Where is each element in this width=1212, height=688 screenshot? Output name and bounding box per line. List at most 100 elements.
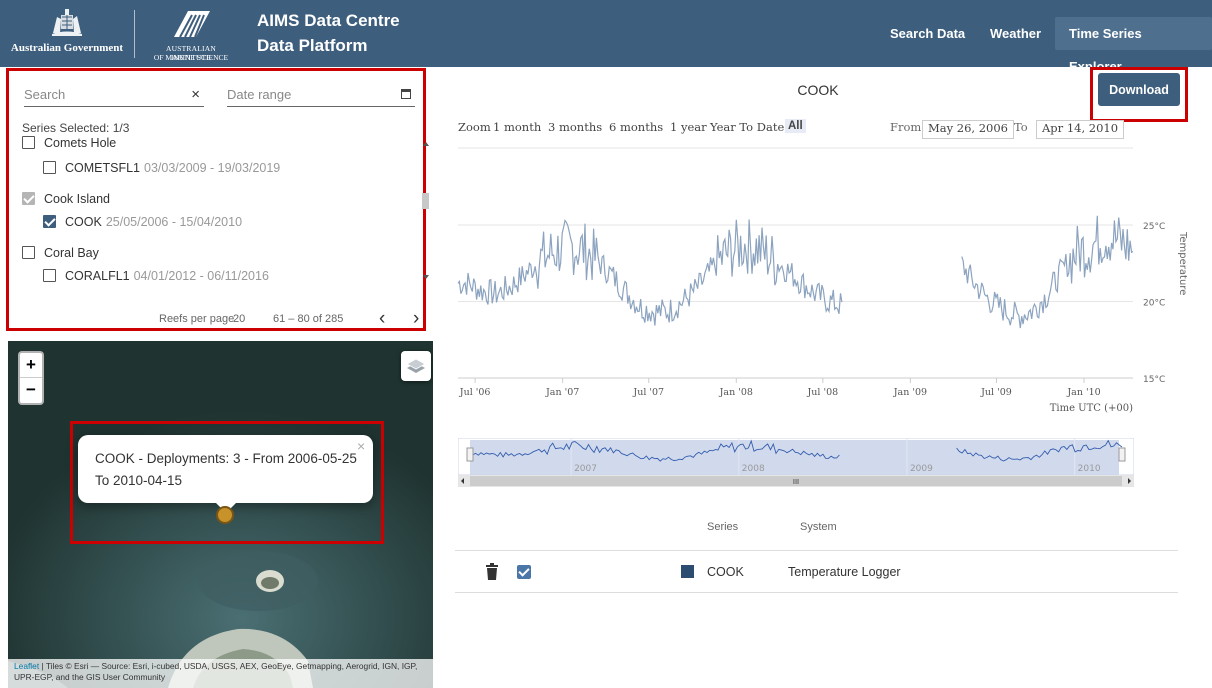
y-tick-label: 15°C xyxy=(1143,375,1165,385)
zoom-1-year[interactable]: 1 year xyxy=(670,120,707,134)
series-checkbox[interactable] xyxy=(43,161,56,174)
reef-name: Coral Bay xyxy=(44,246,99,260)
series-selection-panel: × Series Selected: 1/3 Comets Hole COMET… xyxy=(6,68,426,331)
close-popup-icon[interactable]: × xyxy=(357,438,365,454)
x-tick-label: Jul '08 xyxy=(807,387,839,398)
logo-divider xyxy=(134,10,135,58)
series-item-cook[interactable]: COOK 25/05/2006 - 15/04/2010 xyxy=(43,215,242,229)
popup-text: COOK - Deployments: 3 - From 2006-05-25 … xyxy=(95,451,357,488)
x-tick-label: Jan '08 xyxy=(719,387,753,398)
gov-logo-text: Australian Government xyxy=(10,42,124,54)
x-tick-label: Jul '07 xyxy=(632,387,664,398)
app-title: AIMS Data Centre Data Platform xyxy=(257,8,400,58)
series-selected-count: Series Selected: 1/3 xyxy=(22,121,130,135)
x-tick-label: Jan '10 xyxy=(1066,387,1100,398)
layers-icon xyxy=(406,358,426,373)
attribution-text: | Tiles © Esri — Source: Esri, i-cubed, … xyxy=(14,661,418,682)
next-page-icon[interactable]: › xyxy=(413,308,419,330)
reef-checkbox[interactable] xyxy=(22,192,35,205)
series-checkbox[interactable] xyxy=(43,269,56,282)
series-checkbox[interactable] xyxy=(43,215,56,228)
system-column-header: System xyxy=(800,521,837,533)
navigator-frame xyxy=(458,438,1134,476)
navigator-handle[interactable] xyxy=(466,447,474,462)
leaflet-link[interactable]: Leaflet xyxy=(14,661,39,671)
series-column-header: Series xyxy=(707,521,739,533)
clear-search-icon[interactable]: × xyxy=(191,86,200,103)
table-divider xyxy=(455,550,1178,551)
x-tick-label: Jan '07 xyxy=(545,387,579,398)
nav-time-series-explorer[interactable]: Time Series Explorer xyxy=(1055,17,1212,74)
map-layers-button[interactable] xyxy=(401,351,431,381)
series-dates: 25/05/2006 - 15/04/2010 xyxy=(105,215,243,229)
from-date-input[interactable]: May 26, 2006 xyxy=(922,120,1014,139)
map-popup: COOK - Deployments: 3 - From 2006-05-25 … xyxy=(78,435,373,503)
from-label: From xyxy=(890,120,922,134)
search-input[interactable] xyxy=(24,85,174,102)
series-name: COOK xyxy=(707,565,744,579)
x-tick-label: Jul '06 xyxy=(459,387,491,398)
navigator-tick-label: 2009 xyxy=(910,464,933,474)
x-tick-label: Jul '09 xyxy=(980,387,1012,398)
to-date-input[interactable]: Apr 14, 2010 xyxy=(1036,120,1125,139)
navigator-series-line xyxy=(469,439,840,462)
y-tick-label: 25°C xyxy=(1143,222,1165,232)
app-title-line2: Data Platform xyxy=(257,36,368,55)
y-tick-label: 20°C xyxy=(1143,299,1165,309)
app-header: Australian Government AUSTRALIAN INSTITU… xyxy=(0,0,1212,74)
date-range-input[interactable] xyxy=(227,85,377,102)
temperature-chart[interactable]: 25°C 20°C 15°C Temperature Jul '06 Jan '07 Jul… xyxy=(455,140,1190,430)
site-marker[interactable] xyxy=(216,506,234,524)
reef-item-comets-hole[interactable]: Comets Hole xyxy=(22,136,116,150)
navigator-tick-label: 2008 xyxy=(742,464,765,474)
scroll-down-icon[interactable] xyxy=(423,275,429,279)
navigator-chart[interactable]: 2007 2008 2009 2010 III xyxy=(458,438,1134,488)
panel-scrollbar[interactable] xyxy=(420,137,432,287)
series-visible-checkbox[interactable] xyxy=(517,565,531,579)
scrollbar-grip: III xyxy=(793,478,799,486)
navigator-tick-label: 2007 xyxy=(574,464,597,474)
series-color-swatch xyxy=(681,565,694,578)
date-range-field xyxy=(227,85,415,107)
download-button[interactable]: Download xyxy=(1098,73,1180,106)
aims-logo[interactable]: AUSTRALIAN INSTITUTE OF MARINE SCIENCE xyxy=(146,5,236,63)
chart-title: COOK xyxy=(797,82,839,98)
reef-checkbox[interactable] xyxy=(22,136,35,149)
series-line-cook[interactable] xyxy=(961,215,1134,329)
table-divider xyxy=(455,592,1178,593)
zoom-1-month[interactable]: 1 month xyxy=(493,120,541,134)
reef-name: Comets Hole xyxy=(44,136,117,150)
x-tick-label: Jan '09 xyxy=(893,387,927,398)
reef-item-cook-island[interactable]: Cook Island xyxy=(22,192,110,206)
aims-logo-line2: OF MARINE SCIENCE xyxy=(153,53,229,62)
navigator-handle[interactable] xyxy=(1118,447,1126,462)
scroll-thumb[interactable] xyxy=(422,193,429,209)
nav-search-data[interactable]: Search Data xyxy=(876,17,979,50)
series-system: Temperature Logger xyxy=(788,565,901,579)
zoom-year-to-date[interactable]: Year To Date xyxy=(710,120,784,134)
app-title-line1: AIMS Data Centre xyxy=(257,11,400,30)
australian-government-logo[interactable]: Australian Government xyxy=(8,5,126,63)
map-attribution: Leaflet | Tiles © Esri — Source: Esri, i… xyxy=(8,659,433,688)
nav-weather[interactable]: Weather xyxy=(976,17,1055,50)
series-code: COOK xyxy=(65,215,102,229)
previous-page-icon[interactable]: ‹ xyxy=(379,308,385,330)
zoom-3-months[interactable]: 3 months xyxy=(548,120,602,134)
reef-item-coral-bay[interactable]: Coral Bay xyxy=(22,246,99,260)
zoom-in-button[interactable]: + xyxy=(20,353,42,378)
navigator-tick-label: 2010 xyxy=(1078,464,1101,474)
reef-checkbox[interactable] xyxy=(22,246,35,259)
series-line-cook[interactable] xyxy=(457,219,843,326)
series-code: CORALFL1 xyxy=(65,269,130,283)
zoom-all[interactable]: All xyxy=(785,119,806,133)
trash-icon[interactable] xyxy=(486,563,498,580)
series-item-cometsfl1[interactable]: COMETSFL1 03/03/2009 - 19/03/2019 xyxy=(43,161,280,175)
calendar-icon[interactable] xyxy=(401,89,411,99)
zoom-6-months[interactable]: 6 months xyxy=(609,120,663,134)
coat-of-arms-icon xyxy=(52,9,82,36)
reefs-per-page-select[interactable]: 20 xyxy=(233,313,245,325)
zoom-out-button[interactable]: − xyxy=(20,378,42,403)
scroll-up-icon[interactable] xyxy=(423,142,429,146)
series-item-coralfl1[interactable]: CORALFL1 04/01/2012 - 06/11/2016 xyxy=(43,269,269,283)
reef-name: Cook Island xyxy=(44,192,111,206)
